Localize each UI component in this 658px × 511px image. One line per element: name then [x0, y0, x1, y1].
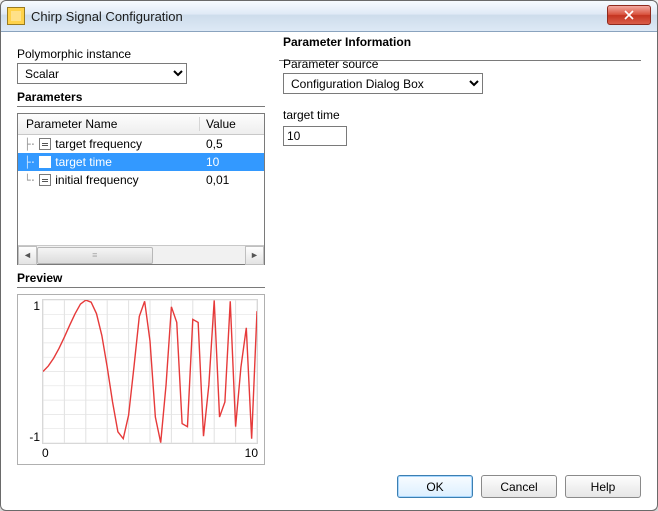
param-value: 10 — [200, 155, 264, 169]
chart-plot — [42, 299, 258, 444]
table-row[interactable]: ├· target frequency 0,5 — [18, 135, 264, 153]
titlebar[interactable]: Chirp Signal Configuration — [1, 1, 657, 32]
scroll-left-icon[interactable]: ◄ — [18, 246, 37, 265]
table-row[interactable]: └· initial frequency 0,01 — [18, 171, 264, 189]
parameters-table: Parameter Name Value ├· target frequency 0… — [17, 113, 265, 265]
polymorphic-select[interactable]: Scalar — [17, 63, 187, 84]
tree-glyph-icon: └· — [24, 174, 35, 187]
param-name: target frequency — [55, 137, 142, 151]
parameter-info-title: Parameter Information — [279, 35, 641, 49]
col-name[interactable]: Parameter Name — [18, 117, 200, 131]
y-tick-min: -1 — [29, 430, 40, 444]
param-source-label: Parameter source — [283, 57, 637, 71]
param-name: target time — [55, 155, 112, 169]
app-icon — [7, 7, 25, 25]
param-value: 0,01 — [200, 173, 264, 187]
param-node-icon — [39, 138, 51, 150]
tree-glyph-icon: ├· — [24, 138, 35, 151]
horiz-scrollbar[interactable]: ◄ ≡ ► — [18, 245, 264, 264]
parameters-header: Parameters — [17, 90, 265, 107]
target-time-input[interactable] — [283, 126, 347, 146]
ok-button[interactable]: OK — [397, 475, 473, 498]
polymorphic-label: Polymorphic instance — [17, 47, 265, 61]
scroll-right-icon[interactable]: ► — [245, 246, 264, 265]
tree-glyph-icon: ├· — [24, 156, 35, 169]
param-node-icon — [39, 174, 51, 186]
close-icon — [624, 10, 634, 20]
param-node-icon — [39, 156, 51, 168]
table-row[interactable]: ├· target time 10 — [18, 153, 264, 171]
preview-header: Preview — [17, 271, 265, 288]
cancel-button[interactable]: Cancel — [481, 475, 557, 498]
dialog-window: Chirp Signal Configuration Polymorphic i… — [0, 0, 658, 511]
x-tick-max: 10 — [245, 446, 258, 460]
param-source-select[interactable]: Configuration Dialog Box — [283, 73, 483, 94]
window-title: Chirp Signal Configuration — [31, 9, 607, 24]
preview-pane: 1 -1 0 10 — [17, 294, 265, 465]
close-button[interactable] — [607, 5, 651, 25]
y-tick-max: 1 — [33, 299, 40, 313]
scroll-thumb[interactable]: ≡ — [37, 247, 153, 264]
param-name: initial frequency — [55, 173, 138, 187]
x-tick-min: 0 — [42, 446, 49, 460]
dialog-footer: OK Cancel Help — [17, 465, 641, 498]
table-header: Parameter Name Value — [18, 114, 264, 135]
col-value[interactable]: Value — [200, 117, 264, 131]
field-label: target time — [283, 108, 637, 122]
param-value: 0,5 — [200, 137, 264, 151]
help-button[interactable]: Help — [565, 475, 641, 498]
